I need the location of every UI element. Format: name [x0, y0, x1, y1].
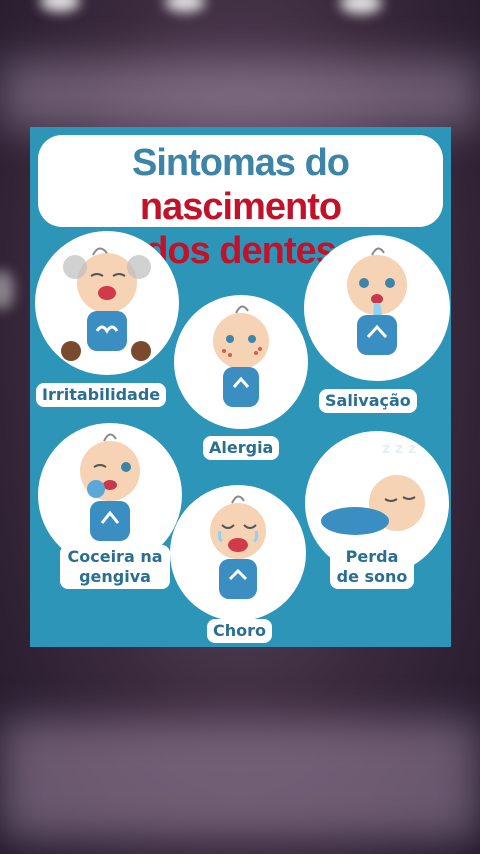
title-part-2: nascimento [139, 186, 342, 228]
symptom-label-alergia: Alergia [203, 436, 280, 460]
baby-crying-irritable-icon [61, 247, 151, 361]
symptom-label-perda-de-sono: Perda de sono [330, 545, 414, 589]
symptom-circle-irritabilidade [35, 231, 179, 375]
symptom-circle-choro [170, 485, 306, 621]
symptom-label-coceira: Coceira na gengiva [60, 545, 170, 589]
baby-drooling-icon [347, 247, 407, 355]
infographic-card: Sintomas do nascimento dos dentes Irrita… [30, 127, 451, 647]
symptom-label-choro: Choro [207, 619, 273, 643]
baby-allergy-icon [213, 305, 269, 407]
light-bokeh [40, 0, 80, 12]
symptom-circle-salivacao [304, 235, 450, 381]
title-part-1: Sintomas do [131, 142, 350, 184]
baby-crying-icon [210, 495, 266, 599]
symptom-circle-alergia [174, 295, 308, 429]
symptom-label-irritabilidade: Irritabilidade [36, 383, 167, 407]
title-box: Sintomas do nascimento dos dentes [38, 135, 443, 272]
sleep-z-text: z z z [382, 441, 417, 457]
light-bokeh [0, 270, 14, 310]
haze [0, 60, 480, 130]
symptom-label-salivacao: Salivação [319, 389, 417, 413]
haze [0, 720, 480, 840]
light-bokeh [340, 0, 382, 14]
title-line-1: Sintomas do nascimento [38, 141, 443, 229]
light-bokeh [165, 0, 205, 12]
